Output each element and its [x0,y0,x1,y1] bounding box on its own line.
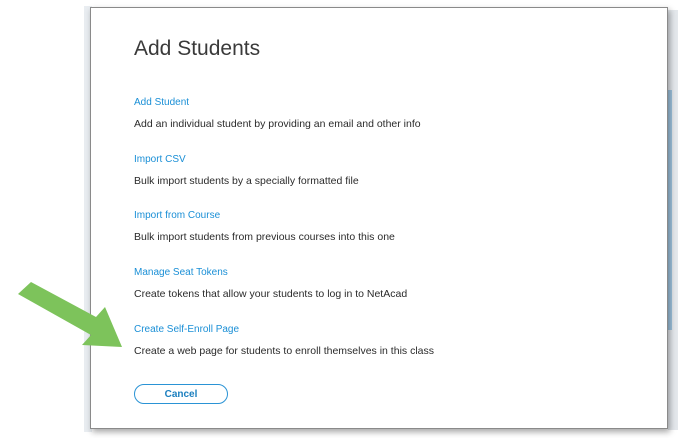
option-create-self-enroll-page: Create Self-Enroll Page Create a web pag… [134,324,434,357]
add-student-link[interactable]: Add Student [134,97,421,108]
option-manage-seat-tokens: Manage Seat Tokens Create tokens that al… [134,267,407,300]
annotation-arrow-shape [18,282,122,347]
create-self-enroll-page-description: Create a web page for students to enroll… [134,345,434,357]
screenshot-stage: Add Students Add Student Add an individu… [0,0,684,438]
dialog-title: Add Students [134,37,261,60]
option-add-student: Add Student Add an individual student by… [134,97,421,130]
background-accent [668,90,672,330]
import-from-course-description: Bulk import students from previous cours… [134,231,395,243]
manage-seat-tokens-link[interactable]: Manage Seat Tokens [134,267,407,278]
arrow-right-icon [18,282,122,347]
create-self-enroll-page-link[interactable]: Create Self-Enroll Page [134,324,434,335]
option-import-csv: Import CSV Bulk import students by a spe… [134,154,359,187]
import-from-course-link[interactable]: Import from Course [134,210,395,221]
cancel-button[interactable]: Cancel [134,384,228,404]
import-csv-link[interactable]: Import CSV [134,154,359,165]
option-import-from-course: Import from Course Bulk import students … [134,210,395,243]
manage-seat-tokens-description: Create tokens that allow your students t… [134,288,408,300]
add-student-description: Add an individual student by providing a… [134,118,421,130]
background-page-right [668,10,678,430]
add-students-dialog: Add Students Add Student Add an individu… [90,7,668,429]
import-csv-description: Bulk import students by a specially form… [134,175,359,187]
